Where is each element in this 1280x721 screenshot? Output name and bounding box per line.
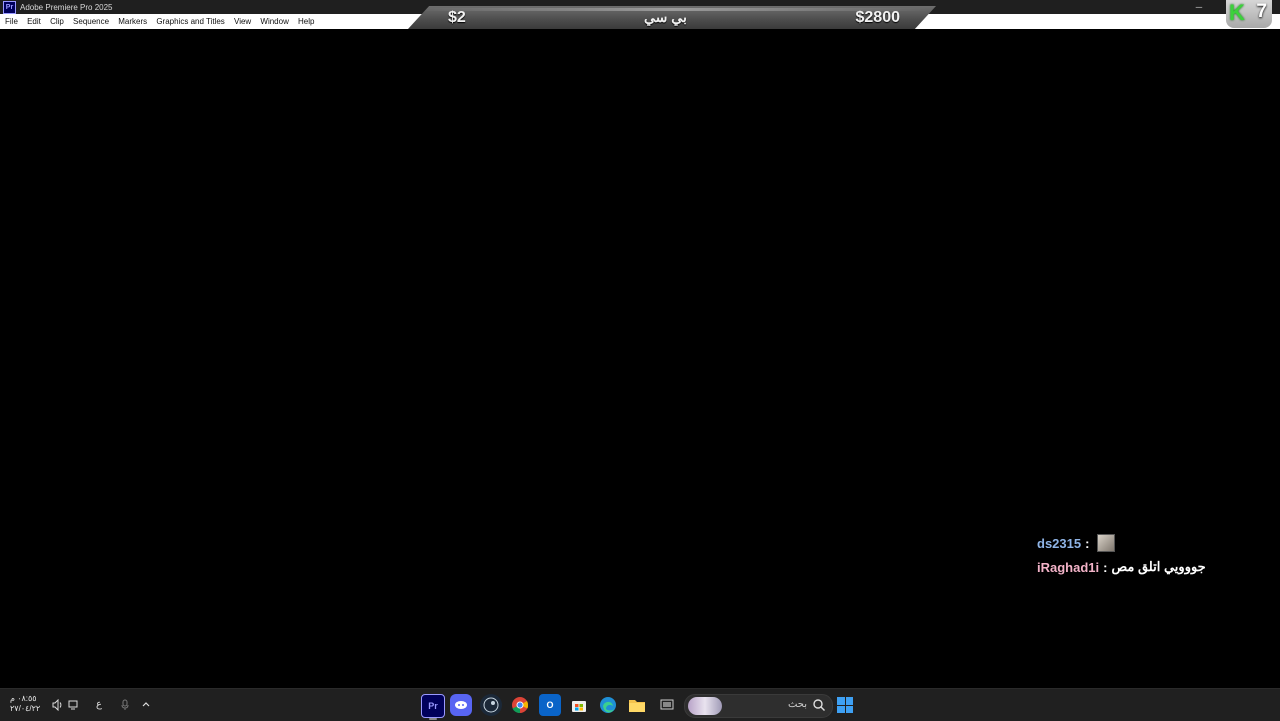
chevron-up-icon[interactable] [141,699,151,712]
menu-window[interactable]: Window [256,17,294,26]
chat-overlay: ds2315 : iRaghad1i : جووويي اتلق مص [1037,531,1237,579]
volume-icon[interactable] [52,698,64,714]
search-icon [813,699,825,711]
chat-text: جووويي اتلق مص [1111,559,1206,574]
menu-view[interactable]: View [229,17,255,26]
windows-start-icon[interactable] [837,697,853,713]
window-controls: ─ [1190,0,1208,14]
menu-graphics-and-titles[interactable]: Graphics and Titles [152,17,230,26]
taskbar-search-box[interactable]: بحث [684,694,833,718]
clock-time: ٠٨:٥٥ م [10,694,37,703]
file-explorer-icon[interactable] [626,694,648,716]
clock-date: ٢٧/٠٤/٢٢ [10,704,41,713]
network-icon[interactable] [68,699,80,714]
menu-sequence[interactable]: Sequence [68,17,113,26]
chat-username: ds2315 [1037,535,1082,551]
premiere-app-icon: Pr [3,0,16,14]
search-highlight-image [688,697,722,715]
start-tile [845,697,853,705]
start-tile [837,705,845,713]
menu-file[interactable]: File [0,17,22,26]
chat-message: ds2315 : [1037,531,1237,555]
overlay-badge: K 7 [1226,0,1272,28]
start-tile [837,697,845,705]
menu-clip[interactable]: Clip [45,17,68,26]
overlay-right-value: $2800 [855,9,901,26]
start-tile [845,705,853,713]
chat-separator: : [1085,535,1090,551]
stream-overlay-banner: $2 بي سي $2800 [408,6,936,29]
overlay-left-value: $2 [448,9,466,26]
overlay-center-text: بي سي [644,9,687,25]
chat-message: iRaghad1i : جووويي اتلق مص [1037,555,1237,579]
steam-taskbar-icon[interactable] [480,694,502,716]
microsoft-store-icon[interactable] [568,694,590,716]
system-clock[interactable]: ٠٨:٥٥ م ٢٧/٠٤/٢٢ [10,694,44,714]
minimize-button[interactable]: ─ [1190,0,1208,14]
task-view-icon[interactable] [656,694,678,716]
microphone-icon[interactable] [120,699,130,714]
chrome-taskbar-icon[interactable] [509,694,531,716]
discord-taskbar-icon[interactable] [450,694,472,716]
chat-username: iRaghad1i [1037,559,1100,575]
chat-separator: : [1103,559,1108,575]
menu-markers[interactable]: Markers [114,17,152,26]
badge-number: 7 [1256,1,1267,22]
taskbar: ٠٨:٥٥ م ٢٧/٠٤/٢٢ ع Pr O بحث [0,688,1280,721]
edge-taskbar-icon[interactable] [597,694,619,716]
window-title: Adobe Premiere Pro 2025 [20,2,113,12]
kick-logo-icon: K [1229,0,1245,25]
menu-edit[interactable]: Edit [22,17,45,26]
language-indicator[interactable]: ع [96,699,102,710]
chat-emote-image [1097,534,1116,552]
search-placeholder: بحث [787,699,807,710]
premiere-taskbar-icon[interactable]: Pr [421,694,445,720]
outlook-taskbar-icon[interactable]: O [539,694,561,716]
menu-help[interactable]: Help [293,17,319,26]
